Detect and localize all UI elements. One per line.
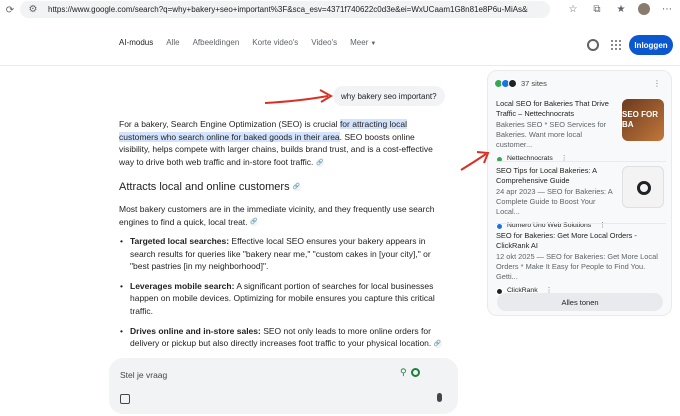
- source-title[interactable]: Local SEO for Bakeries That Drive Traffi…: [496, 99, 614, 119]
- lens-icon[interactable]: [411, 368, 420, 377]
- divider: [496, 161, 666, 162]
- url-text: https://www.google.com/search?q=why+bake…: [48, 5, 528, 14]
- bullet-title: Drives online and in-store sales:: [130, 325, 261, 336]
- address-bar[interactable]: ⚙ https://www.google.com/search?q=why+ba…: [20, 1, 550, 18]
- login-button[interactable]: Inloggen: [629, 35, 673, 55]
- source-card-1[interactable]: Local SEO for Bakeries That Drive Traffi…: [496, 99, 666, 164]
- microphone-icon[interactable]: [437, 393, 442, 402]
- list-item: Leverages mobile search: A significant p…: [119, 280, 444, 318]
- sources-panel: 37 sites ⋮ Local SEO for Bakeries That D…: [487, 70, 672, 316]
- tab-more[interactable]: Meer ▼: [350, 38, 376, 47]
- list-item: Targeted local searches: Effective local…: [119, 235, 444, 273]
- answer-text-2: Most bakery customers are in the immedia…: [119, 204, 435, 227]
- more-options-icon[interactable]: ⋮: [653, 79, 661, 88]
- tab-more-label: Meer: [350, 38, 369, 47]
- thumbnail-text: SEO FOR BA: [622, 110, 659, 129]
- search-header: AI-modus Alle Afbeeldingen Korte video's…: [0, 20, 680, 66]
- source-name: Nettechnocrats: [507, 155, 553, 162]
- source-thumbnail[interactable]: [622, 166, 664, 208]
- browser-toolbar: ⟳ ⚙ https://www.google.com/search?q=why+…: [0, 0, 680, 20]
- tab-images[interactable]: Afbeeldingen: [193, 38, 240, 47]
- link-icon[interactable]: 🔗: [249, 218, 258, 227]
- source-card-2[interactable]: SEO Tips for Local Bakeries: A Comprehen…: [496, 166, 666, 231]
- bullet-title: Leverages mobile search:: [130, 280, 235, 291]
- show-all-button[interactable]: Alles tonen: [497, 293, 663, 311]
- more-options-icon[interactable]: ⋮: [561, 154, 568, 164]
- link-icon[interactable]: 🔗: [315, 158, 324, 167]
- tab-videos[interactable]: Video's: [311, 38, 337, 47]
- source-title[interactable]: SEO Tips for Local Bakeries: A Comprehen…: [496, 166, 614, 186]
- user-query-bubble: why bakery seo important?: [333, 86, 445, 106]
- extensions-icon[interactable]: ⧉: [590, 2, 604, 16]
- answer-heading: Attracts local and online customers 🔗: [119, 181, 301, 193]
- source-thumbnail[interactable]: SEO FOR BA: [622, 99, 664, 141]
- menu-icon[interactable]: ⋯: [660, 2, 674, 16]
- source-origin: Nettechnocrats ⋮: [496, 154, 666, 164]
- sites-count-label: 37 sites: [521, 79, 547, 88]
- arrow-to-sources: [460, 151, 490, 171]
- answer-paragraph-1: For a bakery, Search Engine Optimization…: [119, 118, 444, 168]
- source-snippet: 12 okt 2025 — SEO for Bakeries: Get More…: [496, 252, 658, 281]
- ask-placeholder: Stel je vraag: [120, 370, 168, 380]
- sites-count[interactable]: 37 sites: [494, 79, 547, 88]
- apps-grid-icon[interactable]: [611, 40, 621, 50]
- site-favicon-icon: [508, 79, 517, 88]
- answer-text-1a: For a bakery, Search Engine Optimization…: [119, 119, 340, 129]
- arrow-to-query: [264, 89, 334, 104]
- source-snippet: 24 apr 2023 — SEO for Bakeries: A Comple…: [496, 187, 613, 216]
- search-tabs: AI-modus Alle Afbeeldingen Korte video's…: [119, 38, 376, 47]
- tab-short-videos[interactable]: Korte video's: [252, 38, 298, 47]
- add-image-icon[interactable]: [120, 394, 130, 404]
- favorites-icon[interactable]: ★: [614, 2, 628, 16]
- chevron-down-icon: ▼: [370, 41, 377, 47]
- answer-paragraph-2: Most bakery customers are in the immedia…: [119, 203, 444, 228]
- list-item: Drives online and in-store sales: SEO no…: [119, 325, 444, 350]
- star-icon[interactable]: ☆: [566, 2, 580, 16]
- site-info-icon[interactable]: ⚙: [26, 3, 40, 17]
- answer-heading-text: Attracts local and online customers: [119, 181, 290, 193]
- source-card-3[interactable]: SEO for Bakeries: Get More Local Orders …: [496, 231, 666, 296]
- link-icon[interactable]: 🔗: [433, 339, 442, 348]
- divider: [496, 223, 666, 224]
- link-icon[interactable]: 🔗: [292, 183, 301, 192]
- reload-icon[interactable]: ⟳: [3, 3, 17, 17]
- tab-ai-mode[interactable]: AI-modus: [119, 38, 153, 47]
- profile-avatar[interactable]: [638, 3, 650, 15]
- answer-bullets: Targeted local searches: Effective local…: [119, 235, 444, 357]
- source-snippet: Bakeries SEO * SEO Services for Bakeries…: [496, 120, 607, 149]
- bullet-title: Targeted local searches:: [130, 236, 230, 246]
- settings-gear-icon[interactable]: [587, 39, 599, 51]
- magnifier-icon: [637, 181, 651, 195]
- source-title[interactable]: SEO for Bakeries: Get More Local Orders …: [496, 231, 661, 251]
- ask-input-box[interactable]: Stel je vraag ⚲: [109, 358, 458, 414]
- map-pin-icon[interactable]: ⚲: [400, 368, 407, 377]
- tab-all[interactable]: Alle: [166, 38, 179, 47]
